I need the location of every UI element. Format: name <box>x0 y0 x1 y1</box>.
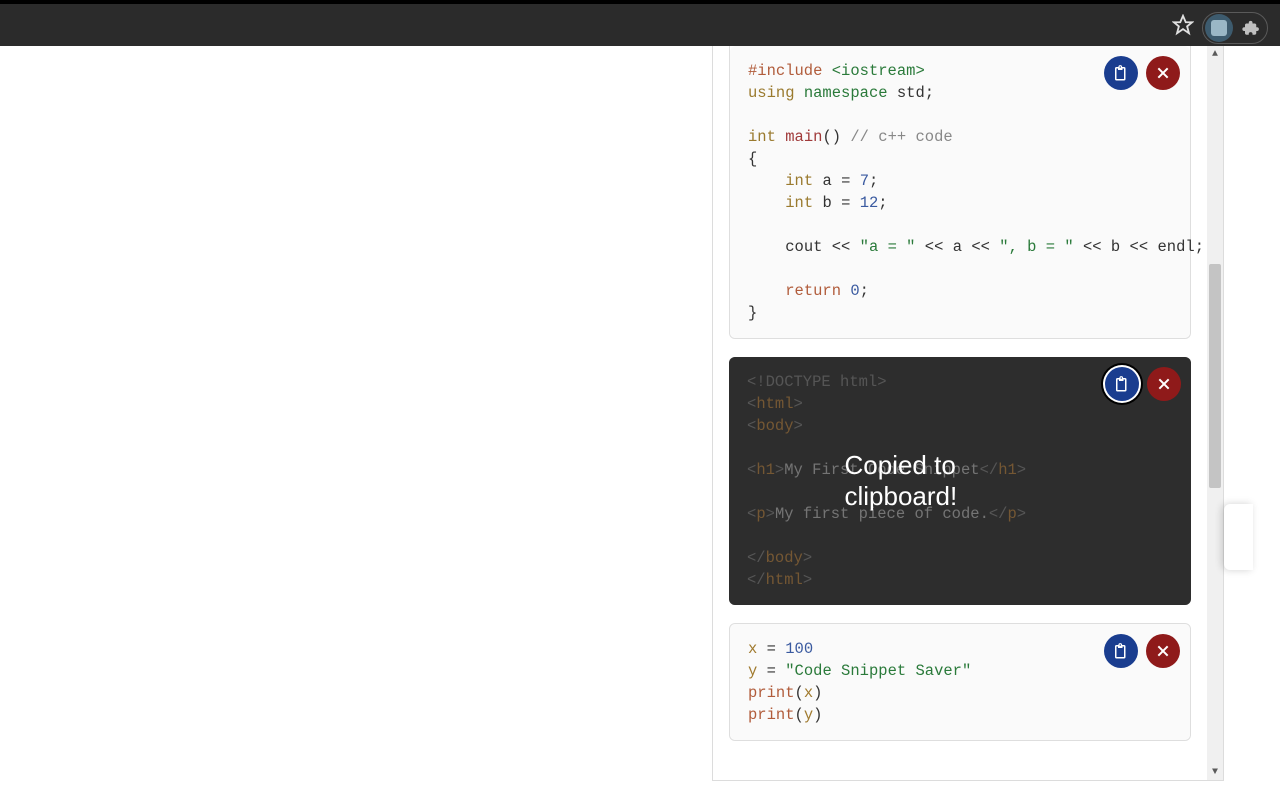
snippet-card-cpp: #include <iostream> using namespace std;… <box>729 46 1191 339</box>
scrollbar-up-arrow-icon[interactable]: ▲ <box>1207 46 1223 62</box>
copied-toast: Copied to clipboard! <box>845 450 1076 512</box>
snippets-side-panel: #include <iostream> using namespace std;… <box>712 46 1224 781</box>
copy-button[interactable] <box>1104 56 1138 90</box>
browser-chrome-bar <box>0 0 1280 46</box>
snippet-card-python: x = 100 y = "Code Snippet Saver" print(x… <box>729 623 1191 741</box>
copy-button[interactable] <box>1105 367 1139 401</box>
snippets-scroll-area: #include <iostream> using namespace std;… <box>713 46 1207 780</box>
copy-button[interactable] <box>1104 634 1138 668</box>
delete-button[interactable] <box>1146 634 1180 668</box>
extensions-pill <box>1202 12 1268 44</box>
scrollbar-thumb[interactable] <box>1209 264 1221 488</box>
scrollbar-down-arrow-icon[interactable]: ▼ <box>1207 764 1223 780</box>
bookmark-star-icon[interactable] <box>1172 14 1194 41</box>
delete-button[interactable] <box>1146 56 1180 90</box>
extensions-puzzle-icon[interactable] <box>1237 14 1265 42</box>
scrollbar-track[interactable]: ▲ ▼ <box>1207 46 1223 780</box>
active-extension-icon[interactable] <box>1205 14 1233 42</box>
snippet-card-html: <!DOCTYPE html> <html> <body> <h1>My Fir… <box>729 357 1191 605</box>
delete-button[interactable] <box>1147 367 1181 401</box>
side-help-tab[interactable] <box>1224 504 1253 570</box>
